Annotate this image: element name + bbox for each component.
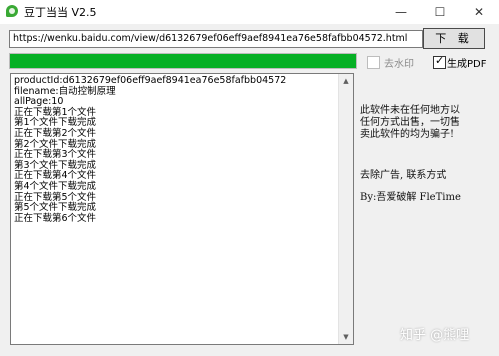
- remove-watermark-label: 去水印: [384, 59, 414, 70]
- scroll-down-arrow-icon[interactable]: ▼: [339, 330, 353, 344]
- zhihu-watermark: 知乎 @熊哩: [400, 328, 470, 343]
- app-logo-icon: [6, 5, 18, 17]
- generate-pdf-label: 生成PDF: [447, 59, 487, 70]
- window-title: 豆丁当当 V2.5: [24, 6, 97, 19]
- remove-watermark-checkbox[interactable]: [367, 56, 380, 69]
- title-bar[interactable]: 豆丁当当 V2.5 — ☐ ✕: [0, 0, 499, 24]
- app-window: 豆丁当当 V2.5 — ☐ ✕ https://wenku.baidu.com/…: [0, 0, 499, 356]
- log-lines: productId:d6132679ef06eff9aef8941ea76e58…: [14, 75, 334, 224]
- author-credit-text: By:吾爱破解 FleTime: [360, 192, 461, 203]
- log-line: 正在下载第2个文件: [14, 127, 97, 139]
- log-line: 第4个文件下载完成: [14, 180, 97, 192]
- ad-contact-text: 去除广告, 联系方式: [360, 170, 447, 181]
- scroll-up-arrow-icon[interactable]: ▲: [339, 74, 353, 88]
- log-output-area[interactable]: productId:d6132679ef06eff9aef8941ea76e58…: [10, 73, 354, 345]
- url-input[interactable]: https://wenku.baidu.com/view/d6132679ef0…: [9, 30, 423, 48]
- download-progress-bar: [9, 53, 357, 69]
- log-scrollbar[interactable]: ▲ ▼: [338, 74, 353, 344]
- log-line: productId:d6132679ef06eff9aef8941ea76e58…: [14, 75, 287, 86]
- progress-fill: [10, 54, 356, 68]
- close-button[interactable]: ✕: [461, 0, 497, 24]
- notice-line-3: 卖此软件的均为骗子!: [360, 129, 455, 140]
- download-button[interactable]: 下 载: [423, 28, 485, 49]
- checkmark-icon: ✓: [435, 54, 445, 67]
- log-line: 正在下载第6个文件: [14, 212, 97, 224]
- minimize-button[interactable]: —: [383, 0, 419, 24]
- generate-pdf-checkbox[interactable]: ✓: [433, 54, 446, 69]
- maximize-button[interactable]: ☐: [422, 0, 458, 24]
